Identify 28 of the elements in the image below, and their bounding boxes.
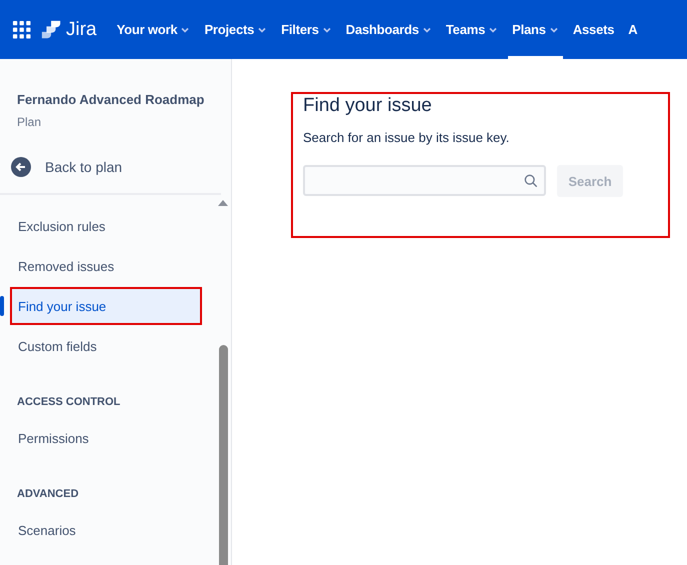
- sidebar-item[interactable]: Scenarios: [10, 511, 202, 549]
- nav-menu-item[interactable]: Projects: [200, 0, 272, 59]
- section-heading: ADVANCED: [17, 487, 79, 502]
- sidebar-item[interactable]: Exclusion rules: [10, 207, 202, 245]
- nav-menu-item[interactable]: A: [624, 0, 642, 59]
- nav-menu-item[interactable]: Teams: [442, 0, 502, 59]
- jira-logo-icon[interactable]: [41, 18, 63, 40]
- back-to-plan-link[interactable]: Back to plan: [11, 157, 122, 177]
- section-heading: ACCESS CONTROL: [17, 395, 120, 410]
- search-icon: [524, 174, 538, 188]
- app-switcher-icon[interactable]: [12, 20, 31, 39]
- plan-title: Fernando Advanced Roadmap: [17, 92, 206, 107]
- product-name[interactable]: Jira: [66, 18, 97, 40]
- sidebar-item[interactable]: Find your issue: [10, 287, 202, 325]
- nav-menu-item[interactable]: Your work: [112, 0, 194, 59]
- scroll-up-icon[interactable]: [218, 199, 228, 207]
- plan-type: Plan: [17, 115, 42, 129]
- nav-menu-item[interactable]: Dashboards: [342, 0, 436, 59]
- nav-menu-item[interactable]: Plans: [508, 0, 563, 59]
- scrollbar-thumb[interactable]: [219, 345, 228, 565]
- sidebar-item[interactable]: Permissions: [10, 419, 202, 457]
- nav-menu-item[interactable]: Filters: [277, 0, 336, 59]
- nav-menu-item[interactable]: Assets: [568, 0, 618, 59]
- panel-description: Search for an issue by its issue key.: [303, 130, 510, 145]
- issue-key-field[interactable]: [303, 165, 546, 196]
- panel-title: Find your issue: [303, 95, 432, 117]
- sidebar-item[interactable]: Removed issues: [10, 247, 202, 285]
- sidebar-item[interactable]: Custom fields: [10, 327, 202, 365]
